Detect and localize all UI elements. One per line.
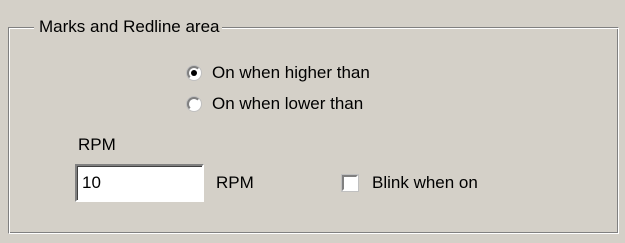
radio-on-when-higher[interactable]: On when higher than	[187, 62, 370, 84]
blink-when-on-checkbox[interactable]: Blink when on	[342, 172, 478, 194]
checkbox-unchecked-icon[interactable]	[342, 175, 358, 191]
radio-button-unchecked-icon[interactable]	[187, 97, 201, 111]
blink-label: Blink when on	[372, 173, 478, 192]
radio-label-lower: On when lower than	[212, 94, 364, 113]
marks-redline-groupbox	[8, 27, 619, 234]
group-title: Marks and Redline area	[34, 16, 223, 38]
rpm-input[interactable]	[75, 164, 204, 202]
radio-label-higher: On when higher than	[212, 63, 370, 82]
rpm-caption: RPM	[78, 135, 116, 154]
radio-on-when-lower[interactable]: On when lower than	[187, 93, 363, 115]
rpm-unit-label: RPM	[216, 173, 254, 192]
radio-button-checked-icon[interactable]	[187, 66, 201, 80]
